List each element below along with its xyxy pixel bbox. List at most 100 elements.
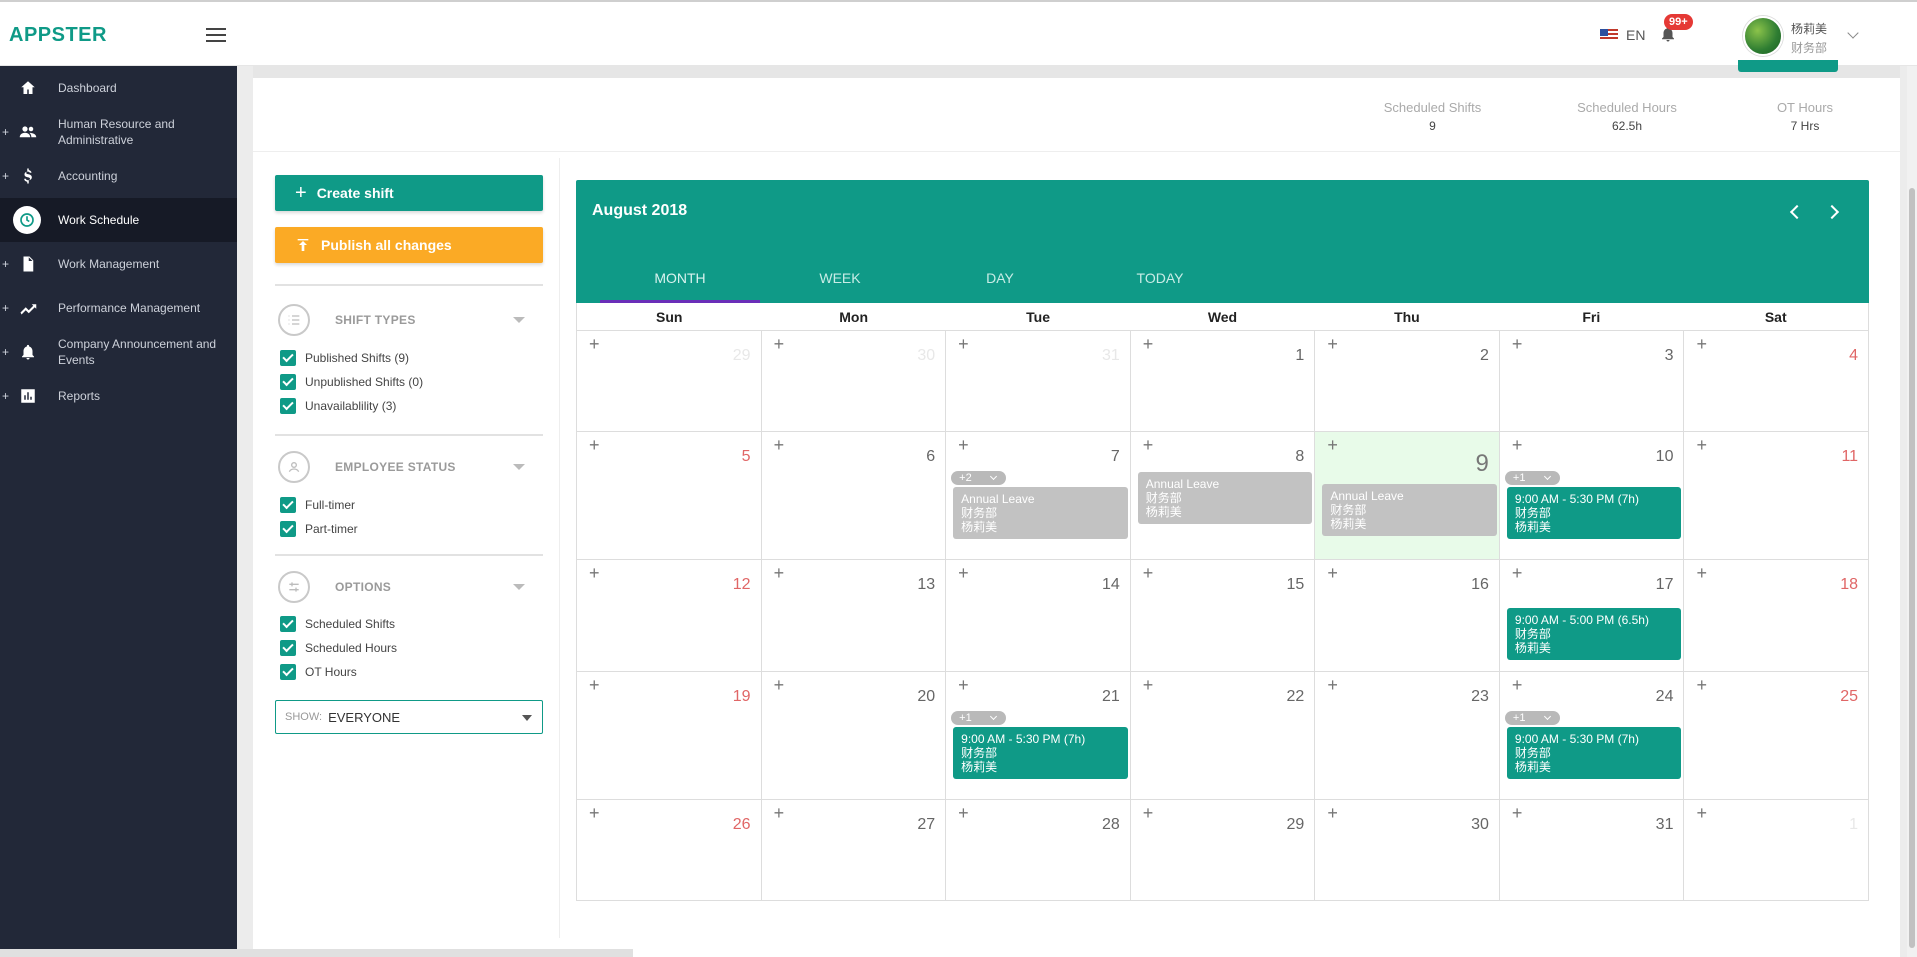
calendar-day-cell[interactable]: +3 bbox=[1500, 331, 1685, 431]
show-filter-select[interactable]: SHOW: EVERYONE bbox=[275, 700, 543, 734]
expand-plus-icon[interactable]: + bbox=[2, 125, 9, 139]
header-action-button[interactable] bbox=[1738, 60, 1838, 72]
expand-plus-icon[interactable]: + bbox=[2, 345, 9, 359]
filter-published-shifts[interactable]: Published Shifts (9) bbox=[280, 350, 409, 366]
add-shift-plus-icon[interactable]: + bbox=[1327, 804, 1338, 822]
calendar-day-cell[interactable]: +8 Annual Leave 财务部 杨莉美 bbox=[1131, 432, 1316, 559]
calendar-day-cell[interactable]: +7 +2 Annual Leave 财务部 杨莉美 bbox=[946, 432, 1131, 559]
calendar-day-cell[interactable]: +23 bbox=[1315, 672, 1500, 799]
calendar-day-cell[interactable]: +2 bbox=[1315, 331, 1500, 431]
calendar-day-cell[interactable]: +31 bbox=[946, 331, 1131, 431]
add-shift-plus-icon[interactable]: + bbox=[1327, 335, 1338, 353]
calendar-day-cell[interactable]: +19 bbox=[577, 672, 762, 799]
add-shift-plus-icon[interactable]: + bbox=[1143, 335, 1154, 353]
filter-unpublished-shifts[interactable]: Unpublished Shifts (0) bbox=[280, 374, 423, 390]
expand-plus-icon[interactable]: + bbox=[2, 301, 9, 315]
add-shift-plus-icon[interactable]: + bbox=[1143, 804, 1154, 822]
sidebar-item-reports[interactable]: + Reports bbox=[0, 374, 237, 418]
calendar-day-cell[interactable]: +16 bbox=[1315, 560, 1500, 671]
add-shift-plus-icon[interactable]: + bbox=[1696, 676, 1707, 694]
expand-plus-icon[interactable]: + bbox=[2, 257, 9, 271]
collapse-caret-icon[interactable] bbox=[513, 584, 525, 590]
add-shift-plus-icon[interactable]: + bbox=[774, 804, 785, 822]
shift-event-card[interactable]: 9:00 AM - 5:30 PM (7h) 财务部 杨莉美 bbox=[1506, 487, 1682, 539]
tab-month[interactable]: MONTH bbox=[600, 270, 760, 303]
sidebar-item-accounting[interactable]: + Accounting bbox=[0, 154, 237, 198]
filter-full-timer[interactable]: Full-timer bbox=[280, 497, 355, 513]
next-month-chevron-icon[interactable] bbox=[1824, 202, 1844, 222]
horizontal-scrollbar[interactable] bbox=[0, 949, 633, 957]
add-shift-plus-icon[interactable]: + bbox=[1696, 335, 1707, 353]
add-shift-plus-icon[interactable]: + bbox=[958, 676, 969, 694]
sidebar-item-dashboard[interactable]: Dashboard bbox=[0, 66, 237, 110]
checkbox[interactable] bbox=[280, 398, 296, 414]
shift-event-card[interactable]: 9:00 AM - 5:30 PM (7h) 财务部 杨莉美 bbox=[1506, 727, 1682, 779]
add-shift-plus-icon[interactable]: + bbox=[1512, 564, 1523, 582]
calendar-day-cell[interactable]: +15 bbox=[1131, 560, 1316, 671]
calendar-day-cell[interactable]: +11 bbox=[1684, 432, 1870, 559]
language-selector[interactable]: EN bbox=[1600, 27, 1645, 43]
calendar-day-cell[interactable]: +21 +1 9:00 AM - 5:30 PM (7h) 财务部 杨莉美 bbox=[946, 672, 1131, 799]
add-shift-plus-icon[interactable]: + bbox=[589, 676, 600, 694]
expand-plus-icon[interactable]: + bbox=[2, 169, 9, 183]
publish-changes-button[interactable]: Publish all changes bbox=[275, 227, 543, 263]
add-shift-plus-icon[interactable]: + bbox=[1512, 804, 1523, 822]
create-shift-button[interactable]: + Create shift bbox=[275, 175, 543, 211]
calendar-day-cell[interactable]: +6 bbox=[762, 432, 947, 559]
sidebar-item-work-schedule[interactable]: Work Schedule bbox=[0, 198, 237, 242]
add-shift-plus-icon[interactable]: + bbox=[1512, 436, 1523, 454]
calendar-day-cell[interactable]: +17 9:00 AM - 5:00 PM (6.5h) 财务部 杨莉美 bbox=[1500, 560, 1685, 671]
collapse-caret-icon[interactable] bbox=[513, 464, 525, 470]
add-shift-plus-icon[interactable]: + bbox=[589, 564, 600, 582]
previous-month-chevron-icon[interactable] bbox=[1784, 202, 1804, 222]
calendar-day-cell[interactable]: +26 bbox=[577, 800, 762, 900]
calendar-day-cell[interactable]: +28 bbox=[946, 800, 1131, 900]
user-menu-chevron-icon[interactable] bbox=[1847, 27, 1859, 39]
add-shift-plus-icon[interactable]: + bbox=[1512, 676, 1523, 694]
more-events-badge[interactable]: +1 bbox=[1504, 711, 1560, 725]
shift-event-card[interactable]: 9:00 AM - 5:30 PM (7h) 财务部 杨莉美 bbox=[953, 727, 1128, 779]
checkbox[interactable] bbox=[280, 664, 296, 680]
add-shift-plus-icon[interactable]: + bbox=[774, 436, 785, 454]
add-shift-plus-icon[interactable]: + bbox=[589, 804, 600, 822]
tab-day[interactable]: DAY bbox=[920, 270, 1080, 303]
calendar-day-cell[interactable]: +12 bbox=[577, 560, 762, 671]
leave-event-card[interactable]: Annual Leave 财务部 杨莉美 bbox=[1137, 472, 1313, 524]
add-shift-plus-icon[interactable]: + bbox=[589, 436, 600, 454]
add-shift-plus-icon[interactable]: + bbox=[1696, 436, 1707, 454]
checkbox[interactable] bbox=[280, 640, 296, 656]
calendar-day-cell[interactable]: +5 bbox=[577, 432, 762, 559]
add-shift-plus-icon[interactable]: + bbox=[774, 564, 785, 582]
add-shift-plus-icon[interactable]: + bbox=[1696, 804, 1707, 822]
expand-plus-icon[interactable]: + bbox=[2, 389, 9, 403]
calendar-day-cell[interactable]: +14 bbox=[946, 560, 1131, 671]
calendar-day-cell[interactable]: +1 bbox=[1684, 800, 1870, 900]
user-avatar[interactable] bbox=[1743, 16, 1783, 56]
checkbox[interactable] bbox=[280, 374, 296, 390]
add-shift-plus-icon[interactable]: + bbox=[774, 335, 785, 353]
more-events-badge[interactable]: +1 bbox=[951, 711, 1007, 725]
add-shift-plus-icon[interactable]: + bbox=[1143, 436, 1154, 454]
calendar-day-cell[interactable]: +1 bbox=[1131, 331, 1316, 431]
option-scheduled-hours[interactable]: Scheduled Hours bbox=[280, 640, 397, 656]
option-scheduled-shifts[interactable]: Scheduled Shifts bbox=[280, 616, 395, 632]
calendar-day-cell[interactable]: +10 +1 9:00 AM - 5:30 PM (7h) 财务部 杨莉美 bbox=[1500, 432, 1685, 559]
option-ot-hours[interactable]: OT Hours bbox=[280, 664, 357, 680]
calendar-day-cell[interactable]: +22 bbox=[1131, 672, 1316, 799]
collapse-caret-icon[interactable] bbox=[513, 317, 525, 323]
add-shift-plus-icon[interactable]: + bbox=[1696, 564, 1707, 582]
options-header[interactable]: OPTIONS bbox=[278, 570, 543, 604]
add-shift-plus-icon[interactable]: + bbox=[589, 335, 600, 353]
filter-unavailability[interactable]: Unavailablility (3) bbox=[280, 398, 396, 414]
sidebar-item-performance-management[interactable]: + Performance Management bbox=[0, 286, 237, 330]
checkbox[interactable] bbox=[280, 521, 296, 537]
add-shift-plus-icon[interactable]: + bbox=[958, 564, 969, 582]
leave-event-card[interactable]: Annual Leave 财务部 杨莉美 bbox=[953, 487, 1128, 539]
checkbox[interactable] bbox=[280, 616, 296, 632]
filter-part-timer[interactable]: Part-timer bbox=[280, 521, 358, 537]
add-shift-plus-icon[interactable]: + bbox=[1512, 335, 1523, 353]
tab-today[interactable]: TODAY bbox=[1080, 270, 1240, 303]
add-shift-plus-icon[interactable]: + bbox=[1143, 564, 1154, 582]
add-shift-plus-icon[interactable]: + bbox=[1327, 564, 1338, 582]
add-shift-plus-icon[interactable]: + bbox=[958, 335, 969, 353]
